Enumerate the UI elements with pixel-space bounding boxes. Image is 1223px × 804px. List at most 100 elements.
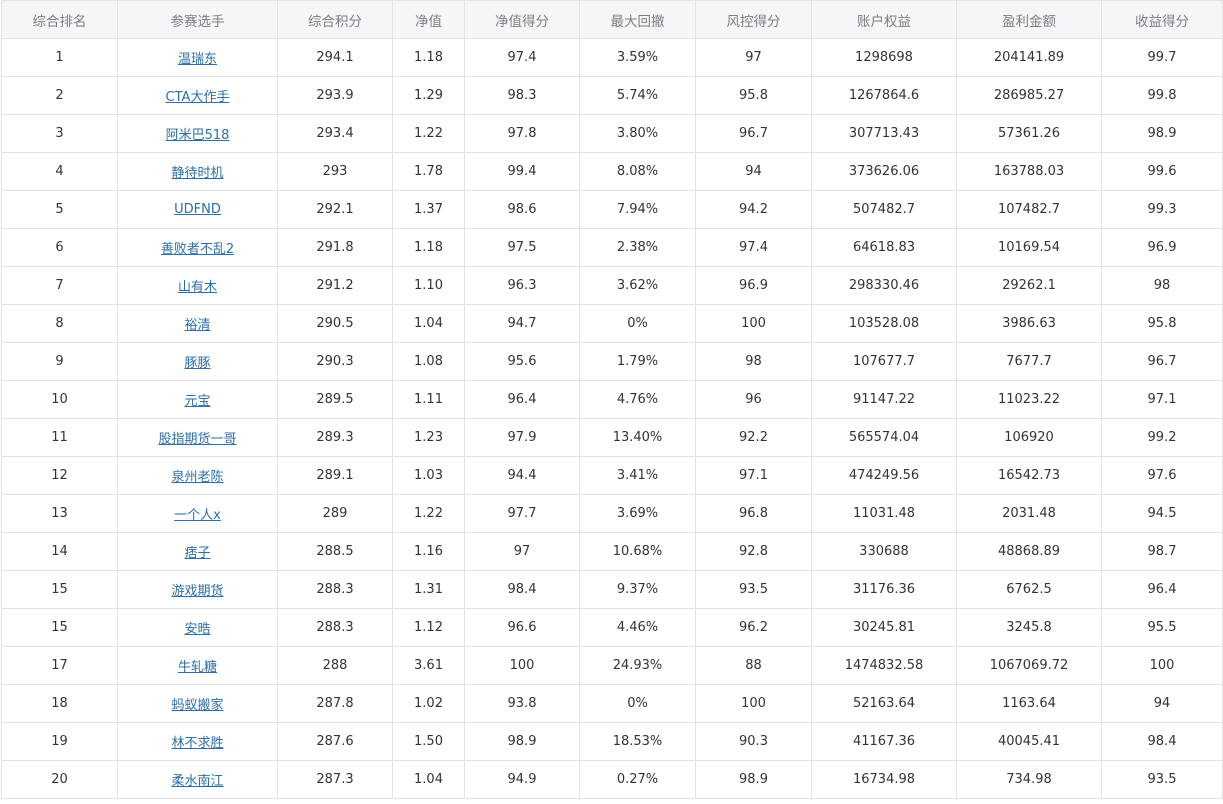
table-row: 1 温瑞东 294.1 1.18 97.4 3.59% 97 1298698 204141.89… [1, 38, 1223, 77]
table-cell: 3.41% [579, 456, 696, 495]
table-cell: 97.5 [464, 228, 580, 267]
table-cell: 99.8 [1101, 76, 1223, 115]
table-cell: 48868.89 [956, 532, 1102, 571]
table-header: 综合排名 参赛选手 综合积分 净值 净值得分 最大回撤 风控得分 账户权益 盈利金额 收益得分 [1, 0, 1223, 39]
table-cell: 98 [1101, 266, 1223, 305]
table-cell: 52163.64 [811, 684, 957, 723]
player-link[interactable]: 安晧 [184, 622, 210, 637]
player-link[interactable]: 柔水南江 [171, 774, 223, 789]
player-link[interactable]: 豚豚 [184, 356, 210, 371]
player-link[interactable]: 裕清 [184, 318, 210, 333]
table-cell: 99.2 [1101, 418, 1223, 457]
table-cell: 287.8 [277, 684, 393, 723]
table-cell: 7.94% [579, 190, 696, 229]
player-link[interactable]: 善败者不乱2 [161, 242, 234, 257]
column-header: 盈利金额 [956, 0, 1102, 39]
table-cell: 11023.22 [956, 380, 1102, 419]
table-cell: 88 [695, 646, 812, 685]
table-row: 12 泉州老陈 289.1 1.03 94.4 3.41% 97.1 474249.56 165… [1, 456, 1223, 495]
table-cell: 204141.89 [956, 38, 1102, 77]
table-cell: 1.08 [392, 342, 465, 381]
player-link[interactable]: CTA大作手 [166, 90, 230, 105]
player-cell: 游戏期货 [117, 570, 278, 609]
player-link[interactable]: 蚂蚁搬家 [171, 698, 223, 713]
table-cell: 94 [1101, 684, 1223, 723]
table-cell: 94.7 [464, 304, 580, 343]
table-cell: 96.9 [1101, 228, 1223, 267]
player-cell: 温瑞东 [117, 38, 278, 77]
table-cell: 0.27% [579, 760, 696, 799]
table-cell: 1.79% [579, 342, 696, 381]
table-cell: 12 [1, 456, 118, 495]
player-link[interactable]: 山有木 [178, 280, 217, 295]
table-cell: 97.1 [695, 456, 812, 495]
table-cell: 99.7 [1101, 38, 1223, 77]
player-link[interactable]: 牛轧糖 [178, 660, 217, 675]
table-cell: 292.1 [277, 190, 393, 229]
table-cell: 6762.5 [956, 570, 1102, 609]
table-cell: 31176.36 [811, 570, 957, 609]
table-cell: 40045.41 [956, 722, 1102, 761]
player-link[interactable]: UDFND [174, 202, 221, 217]
table-cell: 57361.26 [956, 114, 1102, 153]
player-link[interactable]: 温瑞东 [178, 52, 217, 67]
player-link[interactable]: 游戏期货 [171, 584, 223, 599]
header-row: 综合排名 参赛选手 综合积分 净值 净值得分 最大回撤 风控得分 账户权益 盈利金额 收益得分 [1, 0, 1223, 39]
player-link[interactable]: 阿米巴518 [166, 128, 230, 143]
table-cell: 96.2 [695, 608, 812, 647]
table-cell: 10169.54 [956, 228, 1102, 267]
player-link[interactable]: 元宝 [184, 394, 210, 409]
table-cell: 1.50 [392, 722, 465, 761]
table-cell: 95.6 [464, 342, 580, 381]
table-cell: 96.7 [1101, 342, 1223, 381]
table-cell: 1.04 [392, 304, 465, 343]
table-cell: 100 [695, 304, 812, 343]
table-cell: 41167.36 [811, 722, 957, 761]
table-cell: 294.1 [277, 38, 393, 77]
table-cell: 1.18 [392, 38, 465, 77]
table-cell: 96.7 [695, 114, 812, 153]
table-cell: 2 [1, 76, 118, 115]
table-cell: 1067069.72 [956, 646, 1102, 685]
player-link[interactable]: 一个人x [174, 508, 221, 523]
table-cell: 1267864.6 [811, 76, 957, 115]
table-cell: 97.4 [695, 228, 812, 267]
table-cell: 19 [1, 722, 118, 761]
table-cell: 163788.03 [956, 152, 1102, 191]
table-cell: 106920 [956, 418, 1102, 457]
table-cell: 93.8 [464, 684, 580, 723]
table-cell: 98.9 [464, 722, 580, 761]
table-cell: 289.3 [277, 418, 393, 457]
player-link[interactable]: 泉州老陈 [171, 470, 223, 485]
player-link[interactable]: 痞子 [184, 546, 210, 561]
table-cell: 100 [1101, 646, 1223, 685]
table-cell: 96.3 [464, 266, 580, 305]
table-cell: 100 [695, 684, 812, 723]
table-cell: 0% [579, 304, 696, 343]
table-cell: 17 [1, 646, 118, 685]
table-cell: 3.69% [579, 494, 696, 533]
table-cell: 91147.22 [811, 380, 957, 419]
player-link[interactable]: 股指期货一哥 [158, 432, 236, 447]
table-row: 11 股指期货一哥 289.3 1.23 97.9 13.40% 92.2 565574.04… [1, 418, 1223, 457]
table-cell: 97 [695, 38, 812, 77]
table-row: 13 一个人x 289 1.22 97.7 3.69% 96.8 11031.48 2031.4… [1, 494, 1223, 533]
player-cell: 林不求胜 [117, 722, 278, 761]
table-row: 15 游戏期货 288.3 1.31 98.4 9.37% 93.5 31176.36 6762… [1, 570, 1223, 609]
table-row: 18 蚂蚁搬家 287.8 1.02 93.8 0% 100 52163.64 1163.64 9… [1, 684, 1223, 723]
player-link[interactable]: 林不求胜 [171, 736, 223, 751]
table-cell: 0% [579, 684, 696, 723]
table-cell: 9.37% [579, 570, 696, 609]
table-cell: 291.2 [277, 266, 393, 305]
table-cell: 565574.04 [811, 418, 957, 457]
table-cell: 290.3 [277, 342, 393, 381]
player-cell: 柔水南江 [117, 760, 278, 799]
table-cell: 293.4 [277, 114, 393, 153]
player-link[interactable]: 静待时机 [171, 166, 223, 181]
player-cell: 山有木 [117, 266, 278, 305]
table-cell: 99.3 [1101, 190, 1223, 229]
column-header: 净值得分 [464, 0, 580, 39]
table-cell: 100 [464, 646, 580, 685]
table-cell: 29262.1 [956, 266, 1102, 305]
player-cell: 牛轧糖 [117, 646, 278, 685]
